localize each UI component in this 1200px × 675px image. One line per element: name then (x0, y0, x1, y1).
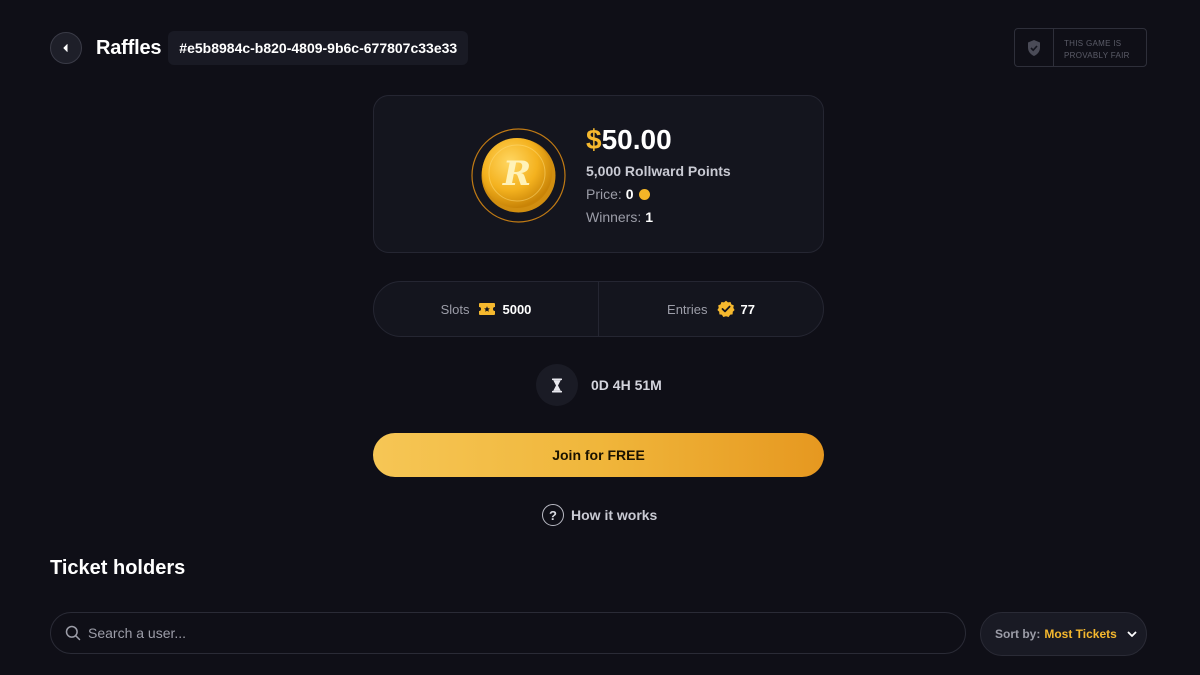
entries-value: 77 (740, 301, 755, 317)
entries-stat: Entries 77 (598, 282, 823, 336)
how-it-works-link[interactable]: ? How it works (542, 504, 657, 526)
prize-amount: $50.00 (586, 122, 731, 158)
join-button[interactable]: Join for FREE (373, 433, 824, 477)
search-input[interactable] (88, 625, 965, 641)
search-box (50, 612, 966, 654)
hourglass-icon (552, 378, 562, 392)
winners-label: Winners: (586, 209, 642, 225)
sort-dropdown[interactable]: Sort by: Most Tickets (980, 612, 1147, 656)
fair-icon-box (1015, 29, 1054, 66)
how-it-works-label: How it works (571, 507, 658, 523)
shield-icon (1028, 39, 1040, 56)
prize-amount-value: 50.00 (601, 124, 672, 155)
back-arrow-icon (63, 44, 68, 52)
sort-label: Sort by: (995, 627, 1041, 641)
page-title: Raffles (96, 36, 162, 59)
coin-letter: R (502, 154, 531, 194)
search-icon (65, 625, 81, 641)
prize-card: R $50.00 5,000 Rollward Points Price: 0 … (373, 95, 824, 253)
slots-stat: Slots 5000 (374, 282, 598, 336)
fair-text: THIS GAME IS PROVABLY FAIR (1054, 29, 1146, 66)
ticket-holders-title: Ticket holders (50, 557, 186, 579)
price-label: Price: (586, 186, 622, 202)
timer-text: 0D 4H 51M (591, 377, 662, 393)
provably-fair-badge[interactable]: THIS GAME IS PROVABLY FAIR (1014, 28, 1147, 67)
winners-value: 1 (645, 209, 654, 225)
stats-bar: Slots 5000 Entries 77 (373, 281, 824, 337)
back-button[interactable] (50, 32, 82, 64)
price-value: 0 (625, 186, 634, 202)
countdown-timer: 0D 4H 51M (536, 364, 662, 406)
mini-coin-icon (638, 188, 650, 200)
chevron-down-icon (1127, 631, 1137, 638)
page-header: Raffles #e5b8984c-b820-4809-9b6c-677807c… (50, 31, 469, 65)
prize-price-row: Price: 0 (586, 186, 731, 202)
fair-text-line1: THIS GAME IS (1064, 39, 1122, 48)
question-icon: ? (542, 504, 564, 526)
prize-info: $50.00 5,000 Rollward Points Price: 0 Wi… (586, 122, 731, 225)
fair-text-line2: PROVABLY FAIR (1064, 51, 1130, 60)
coin-icon: R (471, 128, 566, 223)
raffle-id[interactable]: #e5b8984c-b820-4809-9b6c-677807c33e33 (168, 31, 469, 65)
prize-currency-symbol: $ (586, 124, 602, 155)
hourglass-icon-wrap (536, 364, 578, 406)
slots-value: 5000 (502, 301, 532, 317)
prize-winners-row: Winners: 1 (586, 209, 731, 225)
ticket-icon (479, 303, 496, 315)
prize-description: 5,000 Rollward Points (586, 163, 731, 179)
verified-badge-icon (716, 300, 735, 317)
entries-label: Entries (667, 301, 708, 317)
sort-value: Most Tickets (1044, 627, 1117, 641)
slots-label: Slots (440, 301, 470, 317)
